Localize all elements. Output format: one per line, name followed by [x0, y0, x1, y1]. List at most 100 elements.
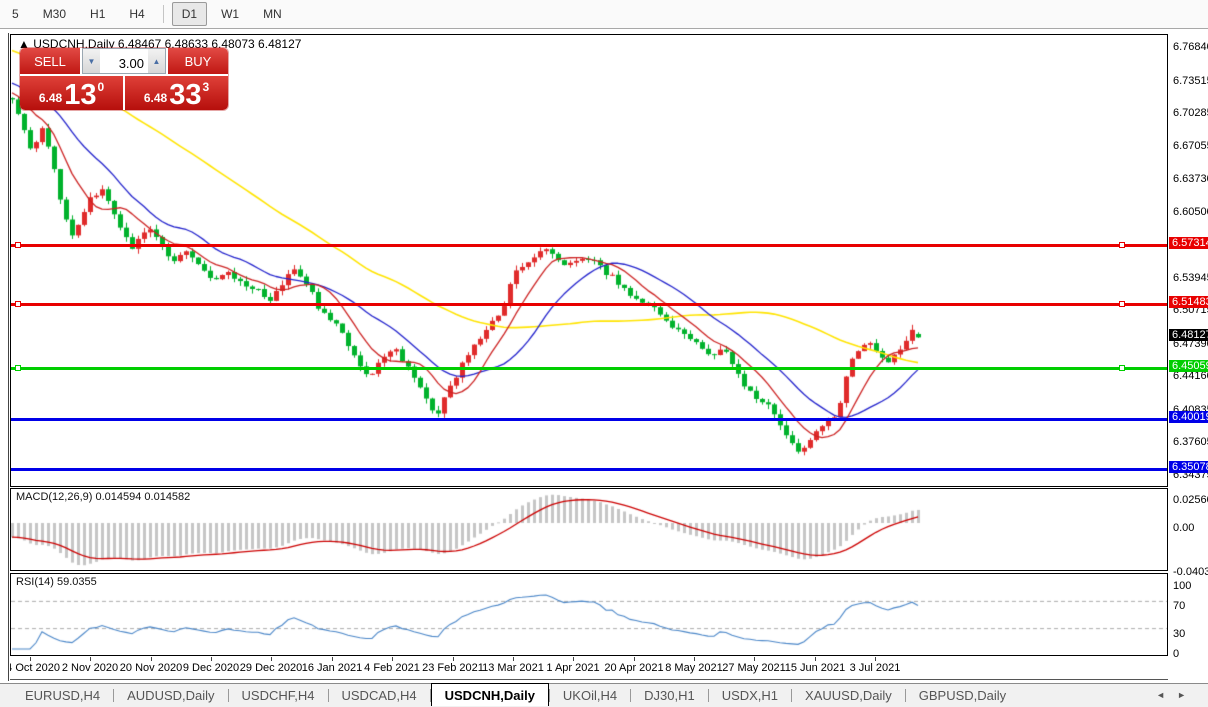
price-tick-label: 6.76840: [1173, 41, 1208, 53]
date-tick: [332, 657, 333, 661]
tab-usdchf-h4[interactable]: USDCHF,H4: [229, 685, 328, 706]
price-tick-label: 6.53945: [1173, 272, 1208, 284]
timeframe-button-h4[interactable]: H4: [119, 2, 154, 26]
date-label: 4 Feb 2021: [364, 662, 420, 674]
horizontal-level-line-6.40019[interactable]: [11, 418, 1167, 421]
date-tick: [30, 657, 31, 661]
date-tick: [271, 657, 272, 661]
date-label: 2 Nov 2020: [62, 662, 118, 674]
date-tick: [211, 657, 212, 661]
price-axis[interactable]: 6.76840 6.73515 6.70285 6.67055 6.63730 6.605…: [1169, 33, 1208, 681]
date-label: 29 Dec 2020: [240, 662, 302, 674]
ask-prefix: 6.48: [144, 91, 167, 105]
rsi-label: RSI(14) 59.0355: [16, 576, 97, 588]
line-handle[interactable]: [1119, 301, 1125, 307]
line-handle[interactable]: [1119, 365, 1125, 371]
horizontal-level-line-6.57314[interactable]: [11, 244, 1167, 247]
bid-pipette: 0: [97, 80, 104, 94]
tab-ukoil-h4[interactable]: UKOil,H4: [550, 685, 630, 706]
bid-quote[interactable]: 6.48 13 0: [20, 76, 123, 110]
volume-stepper: ▼ ▲: [82, 48, 166, 74]
tab-eurusd-h4[interactable]: EURUSD,H4: [12, 685, 113, 706]
tab-dj30-h1[interactable]: DJ30,H1: [631, 685, 708, 706]
price-tick-label: 70: [1173, 600, 1185, 612]
date-label: 27 May 2021: [722, 662, 786, 674]
tab-xauusd-daily[interactable]: XAUUSD,Daily: [792, 685, 905, 706]
tab-scroll-left-icon[interactable]: ◄: [1156, 690, 1177, 700]
tab-scroll-right-icon[interactable]: ►: [1177, 690, 1198, 700]
date-tick: [815, 657, 816, 661]
horizontal-level-line-6.45059[interactable]: [11, 367, 1167, 370]
date-label: 9 Dec 2020: [183, 662, 239, 674]
bid-prefix: 6.48: [39, 91, 62, 105]
tab-gbpusd-daily[interactable]: GBPUSD,Daily: [906, 685, 1019, 706]
date-label: 23 Feb 2021: [422, 662, 484, 674]
volume-decrease-icon[interactable]: ▼: [83, 49, 100, 73]
volume-input[interactable]: [100, 49, 148, 73]
timeframe-toolbar: 5M30H1H4 D1W1MN: [0, 0, 1208, 29]
date-tick: [754, 657, 755, 661]
price-tick-label: 6.67055: [1173, 140, 1208, 152]
price-tick-label: 6.63730: [1173, 173, 1208, 185]
price-tag-label: 6.48127: [1169, 329, 1208, 341]
horizontal-level-line-6.35078[interactable]: [11, 468, 1167, 471]
tab-usdcnh-daily[interactable]: USDCNH,Daily: [431, 683, 549, 706]
bid-big-digits: 13: [64, 82, 96, 108]
price-tick-label: 0.00: [1173, 522, 1194, 534]
tab-audusd-daily[interactable]: AUDUSD,Daily: [114, 685, 227, 706]
price-tick-label: 30: [1173, 628, 1185, 640]
tab-usdcad-h4[interactable]: USDCAD,H4: [329, 685, 430, 706]
line-handle[interactable]: [15, 242, 21, 248]
date-tick: [875, 657, 876, 661]
toolbar-separator: [163, 5, 164, 23]
price-chart-pane[interactable]: ▲ USDCNH,Daily 6.48467 6.48633 6.48073 6…: [10, 34, 1168, 487]
price-tick-label: -0.040386: [1173, 566, 1208, 578]
price-tick-label: 6.73515: [1173, 75, 1208, 87]
price-tag-label: 6.45059: [1169, 360, 1208, 372]
price-tag-label: 6.40019: [1169, 411, 1208, 423]
date-tick: [392, 657, 393, 661]
volume-increase-icon[interactable]: ▲: [148, 49, 165, 73]
timeframe-button-m30[interactable]: M30: [33, 2, 76, 26]
timeframe-button-d1[interactable]: D1: [172, 2, 207, 26]
horizontal-level-line-6.51483[interactable]: [11, 303, 1167, 306]
price-tick-label: 6.70285: [1173, 107, 1208, 119]
line-handle[interactable]: [15, 301, 21, 307]
price-tick-label: 6.60500: [1173, 206, 1208, 218]
price-tag-label: 6.51483: [1169, 296, 1208, 308]
date-axis[interactable]: 14 Oct 20202 Nov 202020 Nov 20209 Dec 20…: [10, 657, 1168, 680]
date-tick: [151, 657, 152, 661]
timeframe-button-h1[interactable]: H1: [80, 2, 115, 26]
date-tick: [453, 657, 454, 661]
macd-indicator-pane[interactable]: MACD(12,26,9) 0.014594 0.014582: [10, 488, 1168, 571]
line-handle[interactable]: [15, 365, 21, 371]
date-label: 3 Jul 2021: [850, 662, 901, 674]
ask-quote[interactable]: 6.48 33 3: [125, 76, 228, 110]
date-label: 16 Jan 2021: [302, 662, 363, 674]
date-label: 14 Oct 2020: [10, 662, 60, 674]
ask-pipette: 3: [202, 80, 209, 94]
buy-button[interactable]: BUY: [168, 48, 228, 74]
date-label: 15 Jun 2021: [785, 662, 846, 674]
tab-usdx-h1[interactable]: USDX,H1: [709, 685, 791, 706]
date-label: 13 Mar 2021: [482, 662, 544, 674]
timeframe-button-mn[interactable]: MN: [253, 2, 292, 26]
date-label: 8 May 2021: [665, 662, 722, 674]
timeframe-button-w1[interactable]: W1: [211, 2, 249, 26]
timeframe-button-5[interactable]: 5: [2, 2, 29, 26]
rsi-canvas[interactable]: [11, 574, 1167, 655]
price-tag-label: 6.35078: [1169, 461, 1208, 473]
macd-label: MACD(12,26,9) 0.014594 0.014582: [16, 491, 190, 503]
date-label: 20 Nov 2020: [120, 662, 182, 674]
date-tick: [634, 657, 635, 661]
rsi-indicator-pane[interactable]: RSI(14) 59.0355: [10, 573, 1168, 656]
sell-button[interactable]: SELL: [20, 48, 80, 74]
date-tick: [694, 657, 695, 661]
price-tick-label: 0: [1173, 648, 1179, 660]
window-left-frame: [8, 33, 9, 681]
line-handle[interactable]: [1119, 242, 1125, 248]
tab-scroll-buttons: ◄►: [1156, 690, 1198, 700]
chart-tab-bar: EURUSD,H4AUDUSD,DailyUSDCHF,H4USDCAD,H4U…: [0, 683, 1208, 707]
price-tick-label: 100: [1173, 580, 1191, 592]
ask-big-digits: 33: [169, 82, 201, 108]
